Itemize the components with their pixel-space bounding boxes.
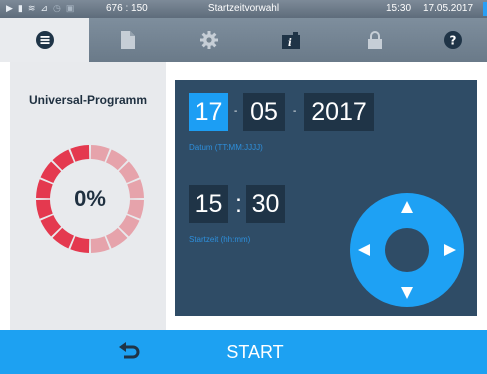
- date-separator: -: [293, 106, 297, 117]
- lock-icon: [367, 31, 382, 49]
- program-title: Universal-Programm: [28, 93, 148, 107]
- date-hint: Datum (TT:MM:JJJJ): [189, 143, 263, 152]
- tab-bar: i ?: [0, 18, 487, 62]
- tab-settings[interactable]: [167, 18, 251, 62]
- program-panel: Universal-Programm 0%: [10, 62, 166, 330]
- status-bar: ▶ ▮ ≋ ⊿ ◷ ▣ 676 : 150 Startzeitvorwahl 1…: [0, 0, 487, 18]
- document-icon: [121, 31, 135, 49]
- time-colon: :: [235, 190, 242, 218]
- back-arrow-icon: [119, 342, 140, 359]
- screen-title: Startzeitvorwahl: [207, 3, 280, 14]
- gear-icon: [200, 31, 218, 49]
- tab-info[interactable]: i: [251, 18, 331, 62]
- svg-text:?: ?: [449, 34, 456, 48]
- time-hint: Startzeit (hh:mm): [189, 235, 251, 244]
- help-icon: ?: [443, 31, 462, 49]
- clock-date: 17.05.2017: [423, 3, 474, 14]
- hour-field[interactable]: 15: [189, 185, 228, 223]
- bottom-bar: START: [0, 330, 487, 374]
- month-field[interactable]: 05: [243, 93, 285, 131]
- start-button[interactable]: START: [200, 330, 310, 374]
- info-icon: i: [282, 32, 300, 49]
- list-icon: [35, 31, 54, 49]
- svg-text:i: i: [288, 38, 292, 49]
- date-separator: -: [234, 106, 238, 117]
- back-button[interactable]: [100, 330, 160, 374]
- start-time-panel: 17 - 05 - 2017 Datum (TT:MM:JJJJ) 15 : 3…: [175, 80, 477, 316]
- clock-time: 15:30: [386, 3, 412, 14]
- minute-field[interactable]: 30: [246, 185, 285, 223]
- progress-percent: 0%: [74, 186, 106, 211]
- status-edge-marker: [483, 2, 487, 16]
- tab-documents[interactable]: [89, 18, 167, 62]
- tab-menu[interactable]: [0, 18, 89, 62]
- tab-help[interactable]: ?: [418, 18, 487, 62]
- tab-lock[interactable]: [331, 18, 418, 62]
- day-field[interactable]: 17: [189, 93, 228, 131]
- direction-pad: [350, 193, 464, 307]
- year-field[interactable]: 2017: [304, 93, 374, 131]
